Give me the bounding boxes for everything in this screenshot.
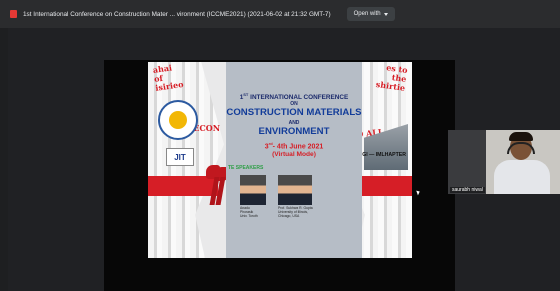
conference-slide: ahai of isirieo NECON es to the shirtie …: [148, 62, 412, 258]
viewer-toolbar: 1st International Conference on Construc…: [0, 0, 560, 28]
chevron-down-icon: [383, 13, 388, 16]
speaker-caption: Anadu Phorasik Univ. Toroth: [240, 206, 258, 218]
red-file-icon: [10, 10, 17, 18]
speaker-photo: [278, 175, 312, 205]
participant-body: [494, 160, 550, 194]
conference-line-5: ENVIRONMENT: [258, 126, 330, 137]
building-caption: IGI — IMLHAPTER: [360, 152, 406, 158]
logo-sun-icon: [169, 111, 187, 129]
left-red-lettering: ahai of isirieo: [152, 62, 185, 93]
institute-logo: [158, 100, 198, 140]
right-red-lettering: es to the shirtie: [374, 62, 408, 93]
participant-name: saurabh niwal: [450, 187, 485, 193]
participant-video-tile[interactable]: saurabh niwal: [448, 130, 560, 194]
conference-date: 3rd- 4th June 2021: [264, 141, 324, 151]
file-title: 1st International Conference on Construc…: [23, 10, 331, 18]
video-player[interactable]: ahai of isirieo NECON es to the shirtie …: [104, 60, 455, 291]
open-with-button[interactable]: Open with: [346, 7, 395, 21]
conference-mode: (Virtual Mode): [272, 151, 316, 158]
speaker-photo: [240, 175, 266, 205]
speakers-label: TE SPEAKERS: [228, 165, 264, 171]
participant-hair: [509, 132, 533, 141]
jit-logo: JIT: [166, 148, 194, 166]
speaker-caption: Prof. Sukhwa R. Gupta University of Illi…: [278, 206, 313, 218]
conference-line-1: 1ST INTERNATIONAL CONFERENCE: [239, 92, 349, 102]
open-with-label: Open with: [353, 11, 381, 17]
left-bow: [206, 165, 229, 205]
slide-center-panel: 1ST INTERNATIONAL CONFERENCE ON CONSTRUC…: [226, 62, 362, 258]
conference-line-3: CONSTRUCTION MATERIALS: [226, 107, 362, 118]
